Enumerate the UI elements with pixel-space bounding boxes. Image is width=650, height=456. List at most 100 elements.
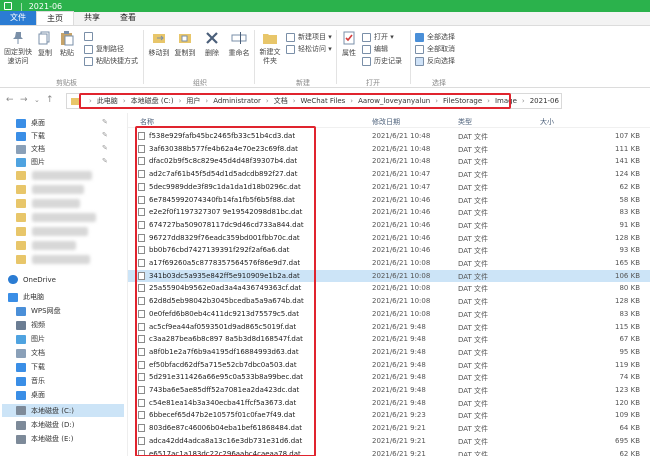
file-size: 58 KB [619,195,640,204]
new-item-icon [286,32,295,42]
sidebar-item-drive-e[interactable]: 本地磁盘 (E:) [16,434,73,444]
ribbon-divider [254,30,255,84]
invert-selection-button[interactable]: 反向选择 [415,56,455,66]
new-group-label: 新建 [296,79,310,87]
sidebar-item-desktop[interactable]: 桌面 [16,118,45,128]
paste-shortcut-button[interactable]: 粘贴快捷方式 [84,56,138,66]
paste-label: 粘贴 [60,49,74,57]
column-header-size[interactable]: 大小 [540,117,554,127]
pin-quick-access-button[interactable]: 固定到快速访问 [4,30,32,66]
forward-icon[interactable]: → [20,95,28,105]
desktop-icon [16,390,26,400]
clipboard-group-label: 剪贴板 [56,79,77,87]
sidebar-item-wps-cloud[interactable]: WPS网盘 [16,306,61,316]
open-button[interactable]: 打开 ▾ [362,32,394,42]
sidebar-item-this-pc[interactable]: 此电脑 [8,292,44,302]
picture-icon [16,157,26,167]
file-type: DAT 文件 [458,171,489,180]
tab-home[interactable]: 主页 [36,11,74,25]
sidebar-item-blurred[interactable] [16,255,31,264]
sidebar-item-blurred[interactable] [16,227,31,236]
select-all-button[interactable]: 全部选择 [415,32,455,42]
sidebar-item-blurred[interactable] [16,199,31,208]
sidebar-item-label: 文档 [31,349,45,357]
file-date: 2021/6/21 9:48 [372,322,426,331]
cloud-icon [16,306,26,316]
copy-path-button[interactable]: 复制路径 [84,44,124,54]
file-size: 119 KB [615,360,640,369]
paste-button[interactable]: 粘贴 [58,30,76,58]
sidebar-item-label: WPS网盘 [31,307,61,315]
sidebar-item-blurred[interactable] [16,171,31,180]
file-size: 106 KB [615,271,640,280]
copy-icon [38,31,50,45]
sidebar-item-documents[interactable]: 文档 [16,144,45,154]
quick-access-icon[interactable] [4,2,12,10]
sidebar-item-music[interactable]: 音乐 [16,376,45,386]
select-none-button[interactable]: 全部取消 [415,44,455,54]
sidebar-item-pictures-pc[interactable]: 图片 [16,334,45,344]
sidebar-item-blurred[interactable] [16,241,31,250]
invert-selection-label: 反向选择 [427,57,455,65]
tab-share[interactable]: 共享 [74,11,110,25]
tab-view[interactable]: 查看 [110,11,146,25]
select-group-label: 选择 [432,79,446,87]
folder-icon [16,255,26,264]
file-size: 83 KB [619,309,640,318]
file-type: DAT 文件 [458,361,489,370]
file-type: DAT 文件 [458,196,489,205]
file-type: DAT 文件 [458,298,489,307]
copy-button[interactable]: 复制 [36,30,54,58]
cut-button[interactable] [84,32,96,41]
file-date: 2021/6/21 10:48 [372,144,431,153]
new-item-button[interactable]: 新建项目 ▾ [286,32,332,42]
ribbon-divider [336,30,337,84]
file-size: 123 KB [615,386,640,394]
copy-to-button[interactable]: 复制到 [174,30,196,58]
sidebar-item-onedrive[interactable]: OneDrive [8,275,56,284]
up-icon[interactable]: ↑ [46,95,54,105]
file-size: 67 KB [619,335,640,344]
move-to-button[interactable]: 移动到 [148,30,170,58]
sidebar-item-label: 文档 [31,145,45,153]
chevron-right-icon: › [521,97,525,105]
drive-icon [16,406,26,415]
tab-file[interactable]: 文件 [0,11,36,25]
drive-icon [16,434,26,444]
sidebar-item-label: 桌面 [31,391,45,399]
blurred-label [32,171,92,180]
sidebar-item-drive-c[interactable]: 本地磁盘 (C:) [2,404,124,417]
sidebar-item-blurred[interactable] [16,213,31,222]
sidebar-item-videos[interactable]: 视频 [16,320,45,330]
sidebar-item-drive-d[interactable]: 本地磁盘 (D:) [16,420,74,430]
rename-button[interactable]: 重命名 [227,30,251,58]
new-folder-button[interactable]: 新建文件夹 [258,30,282,66]
sidebar-item-documents-pc[interactable]: 文档 [16,348,45,358]
computer-icon [8,292,18,302]
sidebar-item-blurred[interactable] [16,185,31,194]
column-header-type[interactable]: 类型 [458,117,472,127]
edit-button[interactable]: 编辑 [362,44,388,54]
back-icon[interactable]: ← [6,95,14,105]
blurred-label [32,227,88,236]
file-type: DAT 文件 [458,158,489,167]
recent-locations-icon[interactable]: ⌄ [34,96,40,104]
sidebar-item-desktop-pc[interactable]: 桌面 [16,390,45,400]
document-icon [16,144,26,154]
file-size: 115 KB [615,322,640,331]
sidebar-item-downloads-pc[interactable]: 下载 [16,362,45,372]
easy-access-button[interactable]: 轻松访问 ▾ [286,44,332,54]
breadcrumb-2021-06[interactable]: 2021-06 [530,97,559,105]
delete-button[interactable]: 删除 [201,30,223,58]
move-to-icon [153,34,165,43]
copy-label: 复制 [38,49,52,57]
sidebar-item-pictures[interactable]: 图片 [16,157,45,167]
open-label: 打开 ▾ [374,33,394,41]
sidebar-item-downloads[interactable]: 下载 [16,131,45,141]
history-button[interactable]: 历史记录 [362,56,402,66]
properties-button[interactable]: 属性 [340,30,358,58]
column-header-date[interactable]: 修改日期 [372,117,400,127]
file-size: 107 KB [615,132,640,140]
folder-icon [16,199,26,208]
select-all-icon [415,32,424,42]
